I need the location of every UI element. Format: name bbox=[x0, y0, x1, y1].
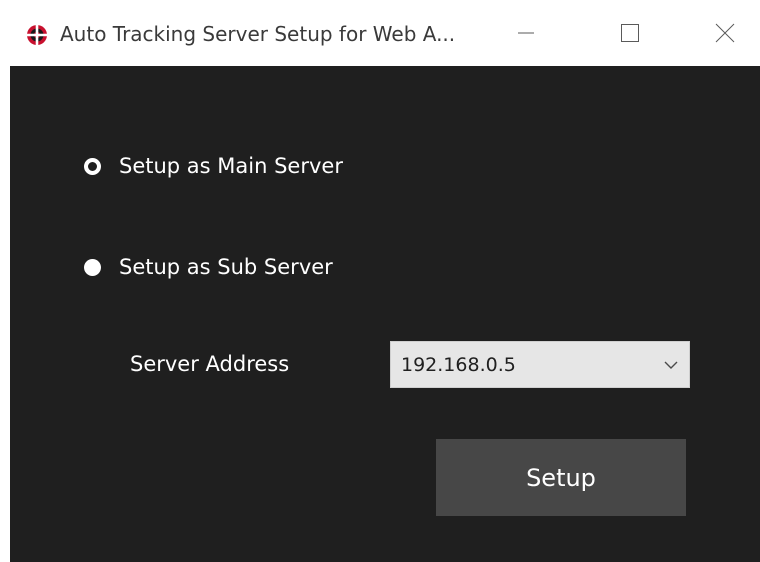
close-icon bbox=[715, 23, 735, 43]
close-button[interactable] bbox=[692, 0, 758, 66]
main-server-label: Setup as Main Server bbox=[119, 154, 343, 178]
radio-checked-indicator[interactable] bbox=[84, 157, 101, 175]
setup-window: Auto Tracking Server Setup for Web A... … bbox=[0, 0, 760, 562]
title-bar[interactable]: Auto Tracking Server Setup for Web A... bbox=[0, 0, 760, 66]
chevron-down-icon bbox=[664, 361, 678, 369]
minimize-icon bbox=[518, 32, 534, 34]
server-address-dropdown[interactable]: 192.168.0.5 bbox=[390, 341, 690, 388]
window-border bbox=[0, 66, 10, 562]
setup-button[interactable]: Setup bbox=[436, 439, 686, 516]
maximize-button[interactable] bbox=[597, 0, 663, 66]
sub-server-label: Setup as Sub Server bbox=[119, 255, 333, 279]
window-title: Auto Tracking Server Setup for Web A... bbox=[60, 22, 456, 46]
sub-server-radio[interactable]: Setup as Sub Server bbox=[84, 255, 333, 279]
maximize-icon bbox=[621, 24, 639, 42]
server-address-value: 192.168.0.5 bbox=[401, 354, 516, 376]
minimize-button[interactable] bbox=[493, 0, 559, 66]
server-address-label: Server Address bbox=[130, 352, 290, 376]
main-server-radio[interactable]: Setup as Main Server bbox=[84, 154, 343, 178]
app-lifebuoy-icon bbox=[27, 25, 47, 45]
radio-unchecked-indicator[interactable] bbox=[84, 258, 101, 276]
